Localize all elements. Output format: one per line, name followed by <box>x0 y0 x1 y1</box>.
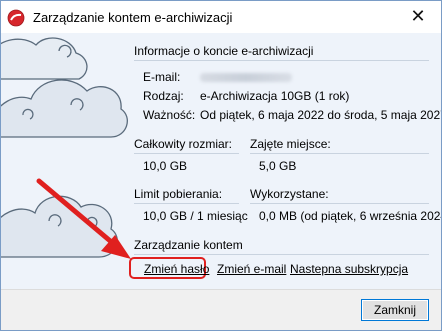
app-logo-icon <box>7 9 25 27</box>
divider <box>250 203 429 204</box>
close-icon[interactable]: ✕ <box>395 1 441 32</box>
type-label: Rodzaj: <box>143 89 184 103</box>
account-panel: Informacje o koncie e-archiwizacji E-mai… <box>1 33 441 289</box>
close-button[interactable]: Zamknij <box>361 299 429 321</box>
used-space-heading: Zajęte miejsce: <box>250 137 331 151</box>
title-bar[interactable]: Zarządzanie kontem e-archiwizacji ✕ <box>1 1 441 33</box>
type-value: e-Archiwizacja 10GB (1 rok) <box>200 89 350 103</box>
total-size-heading: Całkowity rozmiar: <box>134 137 233 151</box>
download-limit-heading: Limit pobierania: <box>134 187 223 201</box>
divider <box>134 153 239 154</box>
download-used-value: 0,0 MB (od piątek, 6 września 2024) <box>259 209 441 223</box>
download-limit-value: 10,0 GB / 1 miesiąc <box>143 209 248 223</box>
divider <box>134 254 429 255</box>
window-title: Zarządzanie kontem e-archiwizacji <box>33 10 233 25</box>
dialog-footer: Zamknij <box>1 289 441 330</box>
change-email-link[interactable]: Zmień e-mail <box>217 262 286 276</box>
divider <box>134 203 239 204</box>
manage-account-heading: Zarządzanie kontem <box>134 238 243 252</box>
email-label: E-mail: <box>143 70 181 84</box>
divider <box>134 60 429 61</box>
validity-label: Ważność: <box>143 108 196 122</box>
close-button-label: Zamknij <box>373 303 416 317</box>
total-size-value: 10,0 GB <box>143 159 188 173</box>
divider <box>250 153 429 154</box>
annotation-arrow-icon <box>36 178 131 259</box>
validity-value: Od piątek, 6 maja 2022 do środa, 5 maja … <box>200 108 441 122</box>
used-space-value: 5,0 GB <box>259 159 297 173</box>
download-used-heading: Wykorzystane: <box>250 187 329 201</box>
next-subscription-link[interactable]: Nastepna subskrypcja <box>290 262 408 276</box>
dialog-content: Informacje o koncie e-archiwizacji E-mai… <box>1 33 441 289</box>
account-info-heading: Informacje o koncie e-archiwizacji <box>134 44 314 58</box>
dialog-window: Zarządzanie kontem e-archiwizacji ✕ Info… <box>0 0 442 331</box>
change-password-link[interactable]: Zmień hasło <box>144 262 209 276</box>
email-value-redacted <box>200 73 292 82</box>
